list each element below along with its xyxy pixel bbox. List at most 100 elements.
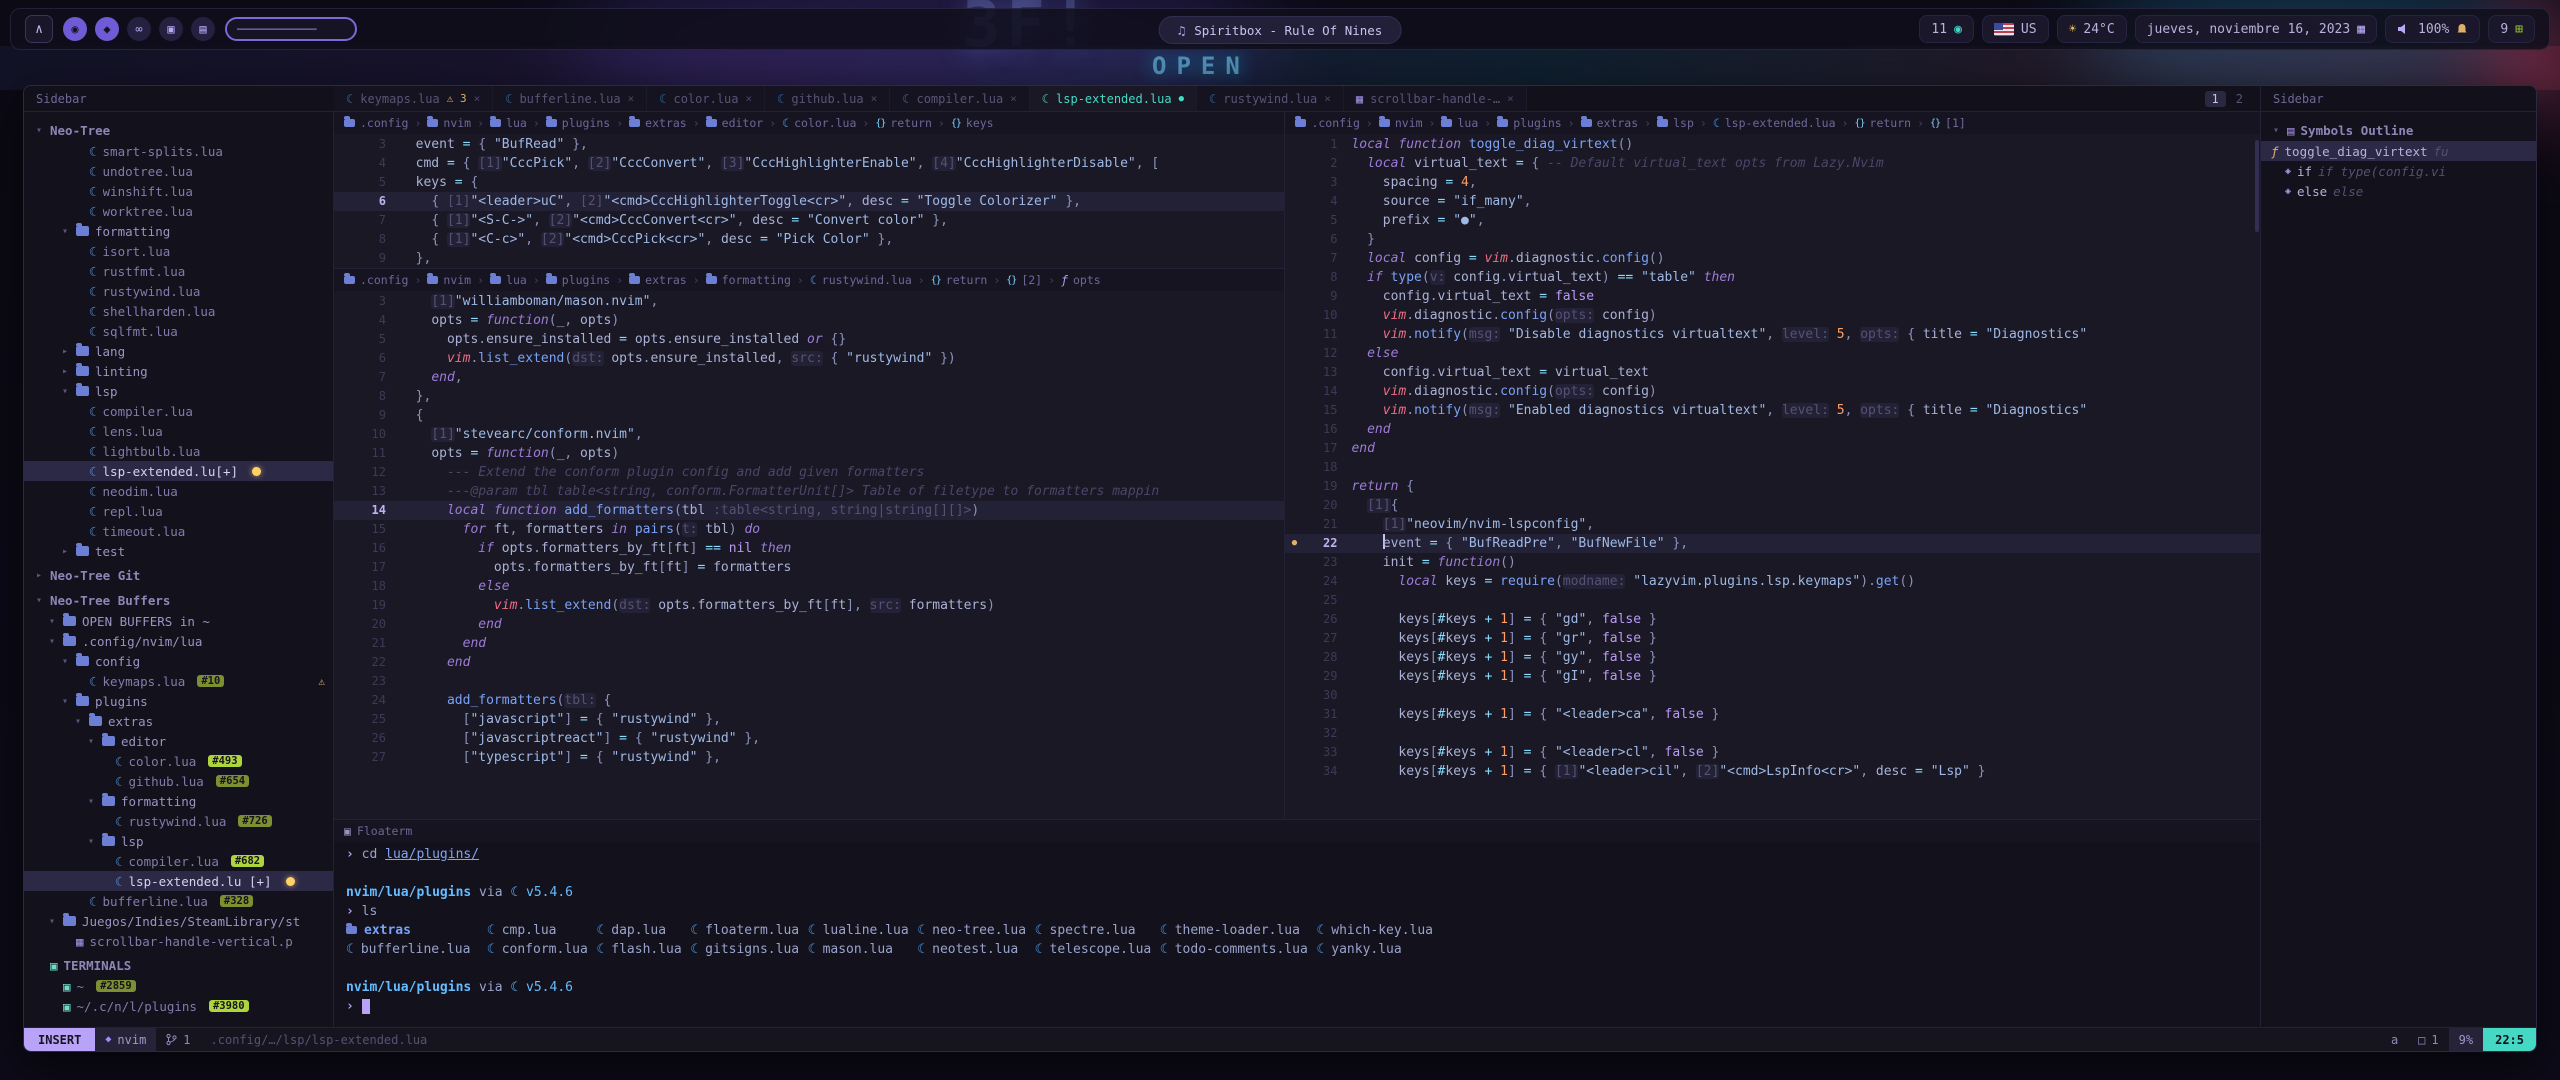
tray-icon-3[interactable]: ∞ (127, 17, 151, 41)
tabpage-1[interactable]: 1 (2205, 91, 2226, 107)
tree-item[interactable]: ▾plugins (24, 691, 333, 711)
breadcrumb-item[interactable]: nvim (427, 273, 471, 287)
breadcrumb-item[interactable]: formatting (706, 273, 791, 287)
tree-item[interactable]: ☾smart-splits.lua (24, 141, 333, 161)
close-icon[interactable]: × (1324, 92, 1331, 105)
breadcrumb-item[interactable]: ☾rustywind.lua (810, 273, 912, 287)
breadcrumb-item[interactable]: editor (706, 116, 764, 130)
code-line[interactable]: 18 (1285, 458, 2260, 477)
code-line[interactable]: 14 local function add_formatters(tbl :ta… (334, 501, 1284, 520)
code-line[interactable]: 31 keys[#keys + 1] = { "<leader>ca", fal… (1285, 705, 2260, 724)
tray-icon-4[interactable]: ▣ (159, 17, 183, 41)
breadcrumb-item[interactable]: ƒopts (1061, 273, 1101, 287)
tab-color.lua[interactable]: ☾color.lua× (647, 86, 765, 111)
code-line[interactable]: 24 add_formatters(tbl: { (334, 691, 1284, 710)
breadcrumb-item[interactable]: nvim (1379, 116, 1423, 130)
section-header[interactable]: ▾Neo-Tree (24, 120, 333, 141)
breadcrumb-item[interactable]: lua (490, 116, 527, 130)
tree-item[interactable]: ☾compiler.lua (24, 401, 333, 421)
outline-item[interactable]: ◈ifif type(config.vi (2261, 161, 2536, 181)
code-line[interactable]: 3 event = { "BufRead" }, (334, 135, 1284, 154)
breadcrumb-item[interactable]: nvim (427, 116, 471, 130)
breadcrumb-item[interactable]: {}keys (951, 116, 994, 130)
code-line[interactable]: 9 config.virtual_text = false (1285, 287, 2260, 306)
date-module[interactable]: jueves, noviembre 16, 2023 ▦ (2135, 15, 2377, 43)
code-line[interactable]: 5 opts.ensure_installed = opts.ensure_in… (334, 330, 1284, 349)
code-line[interactable]: 29 keys[#keys + 1] = { "gI", false } (1285, 667, 2260, 686)
section-header[interactable]: ▣TERMINALS (24, 955, 333, 976)
breadcrumb-item[interactable]: .config (344, 116, 408, 130)
tree-item[interactable]: ☾repl.lua (24, 501, 333, 521)
code-line[interactable]: 28 keys[#keys + 1] = { "gy", false } (1285, 648, 2260, 667)
code-line[interactable]: 26 keys[#keys + 1] = { "gd", false } (1285, 610, 2260, 629)
tray-icon-2[interactable]: ◆ (95, 17, 119, 41)
code-line[interactable]: 8 { [1]"<C-c>", [2]"<cmd>CccPick<cr>", d… (334, 230, 1284, 249)
tab-rustywind.lua[interactable]: ☾rustywind.lua× (1197, 86, 1344, 111)
code-line[interactable]: 11 opts = function(_, opts) (334, 444, 1284, 463)
search-input[interactable]: ──────────── (225, 17, 357, 41)
tray-icon-5[interactable]: ▤ (191, 17, 215, 41)
breadcrumb-item[interactable]: lua (1441, 116, 1478, 130)
tree-item[interactable]: ☾lsp-extended.lu[+] (24, 461, 333, 481)
tree-item[interactable]: ▾lsp (24, 831, 333, 851)
tree-item[interactable]: ▸linting (24, 361, 333, 381)
code-line[interactable]: 4 source = "if_many", (1285, 192, 2260, 211)
close-icon[interactable]: × (746, 92, 753, 105)
code-line[interactable]: 17end (1285, 439, 2260, 458)
code-line[interactable]: ●22 event = { "BufReadPre", "BufNewFile"… (1285, 534, 2260, 553)
code-line[interactable]: 15 vim.notify(msg: "Enabled diagnostics … (1285, 401, 2260, 420)
code-line[interactable]: 5 keys = { (334, 173, 1284, 192)
breadcrumb-item[interactable]: extras (629, 273, 687, 287)
code-line[interactable]: 10 [1]"stevearc/conform.nvim", (334, 425, 1284, 444)
tree-item[interactable]: ▾Juegos/Indies/SteamLibrary/st (24, 911, 333, 931)
tray-icon-1[interactable]: ◉ (63, 17, 87, 41)
breadcrumb-item[interactable]: .config (1295, 116, 1359, 130)
breadcrumb-item[interactable]: lsp (1657, 116, 1694, 130)
git-branch-segment[interactable]: 1 (156, 1028, 200, 1051)
tab-keymaps.lua[interactable]: ☾keymaps.lua⚠ 3× (334, 86, 493, 111)
code-line[interactable]: 3 spacing = 4, (1285, 173, 2260, 192)
code-line[interactable]: 1local function toggle_diag_virtext() (1285, 135, 2260, 154)
editor-pane-lsp-extended-lua[interactable]: .config›nvim›lua›plugins›extras›lsp›☾lsp… (1285, 112, 2260, 819)
close-icon[interactable]: × (1507, 92, 1514, 105)
code-area[interactable]: 3 [1]"williamboman/mason.nvim",4 opts = … (334, 291, 1284, 819)
tree-item[interactable]: ☾lsp-extended.lu [+] (24, 871, 333, 891)
code-line[interactable]: 10 vim.diagnostic.config(opts: config) (1285, 306, 2260, 325)
code-line[interactable]: 34 keys[#keys + 1] = { [1]"<leader>cil",… (1285, 762, 2260, 781)
code-area[interactable]: 1local function toggle_diag_virtext()2 l… (1285, 134, 2260, 819)
tree-item[interactable]: ☾color.lua#493 (24, 751, 333, 771)
code-line[interactable]: 27 keys[#keys + 1] = { "gr", false } (1285, 629, 2260, 648)
code-line[interactable]: 17 opts.formatters_by_ft[ft] = formatter… (334, 558, 1284, 577)
tab-scrollbar-handle-…[interactable]: ▦scrollbar-handle-…× (1344, 86, 1527, 111)
code-line[interactable]: 13 ---@param tbl table<string, conform.F… (334, 482, 1284, 501)
code-line[interactable]: 27 ["typescript"] = { "rustywind" }, (334, 748, 1284, 767)
editor-pane-color-lua[interactable]: .config›nvim›lua›plugins›extras›editor›☾… (334, 112, 1284, 269)
code-line[interactable]: 18 else (334, 577, 1284, 596)
code-line[interactable]: 25 (1285, 591, 2260, 610)
code-line[interactable]: 5 prefix = "●", (1285, 211, 2260, 230)
tree-item[interactable]: ☾lens.lua (24, 421, 333, 441)
tree-item[interactable]: ☾shellharden.lua (24, 301, 333, 321)
code-line[interactable]: 12 else (1285, 344, 2260, 363)
tree-item[interactable]: ▸test (24, 541, 333, 561)
editor-pane-rustywind-lua[interactable]: .config›nvim›lua›plugins›extras›formatti… (334, 269, 1284, 819)
window-count-module[interactable]: 11 ◉ (1919, 15, 1973, 43)
tab-compiler.lua[interactable]: ☾compiler.lua× (890, 86, 1030, 111)
tree-item[interactable]: ▾formatting (24, 791, 333, 811)
tree-item[interactable]: ▾config (24, 651, 333, 671)
breadcrumb-item[interactable]: .config (344, 273, 408, 287)
tree-item[interactable]: ☾rustywind.lua#726 (24, 811, 333, 831)
tree-item[interactable]: ☾timeout.lua (24, 521, 333, 541)
code-line[interactable]: 32 (1285, 724, 2260, 743)
code-line[interactable]: 7 local config = vim.diagnostic.config() (1285, 249, 2260, 268)
tree-item[interactable]: ☾keymaps.lua#10⚠ (24, 671, 333, 691)
outline-item[interactable]: ƒtoggle_diag_virtextfu (2261, 141, 2536, 161)
tree-item[interactable]: ▾OPEN BUFFERS in ~ (24, 611, 333, 631)
code-line[interactable]: 9 }, (334, 249, 1284, 268)
tree-item[interactable]: ▣~/.c/n/l/plugins#3980 (24, 996, 333, 1016)
breadcrumb-item[interactable]: extras (629, 116, 687, 130)
code-line[interactable]: 20 end (334, 615, 1284, 634)
code-line[interactable]: 4 opts = function(_, opts) (334, 311, 1284, 330)
section-header[interactable]: ▾Neo-Tree Buffers (24, 590, 333, 611)
tree-item[interactable]: ☾neodim.lua (24, 481, 333, 501)
